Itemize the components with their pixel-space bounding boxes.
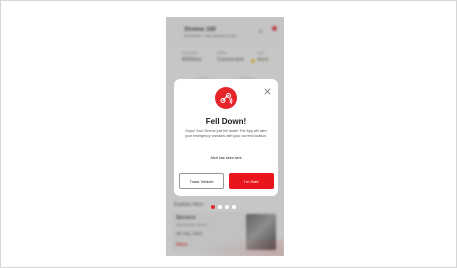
close-icon bbox=[264, 88, 270, 94]
im-safe-button[interactable]: I'm Safe bbox=[229, 173, 274, 189]
alert-sent-status: Alert has been sent bbox=[210, 156, 242, 160]
close-button[interactable] bbox=[263, 87, 271, 95]
pager-dot-3[interactable] bbox=[225, 205, 229, 209]
pager-dot-4[interactable] bbox=[232, 205, 236, 209]
dialog-title: Fell Down! bbox=[205, 117, 247, 126]
fallen-bike-icon bbox=[220, 92, 233, 104]
track-vehicle-button[interactable]: Track Vehicle bbox=[179, 173, 224, 189]
carousel-pager bbox=[211, 205, 236, 209]
fall-alert-icon bbox=[215, 87, 237, 109]
dialog-message: Oops! Your Xtreme just fell down! The Ap… bbox=[184, 129, 268, 138]
fall-alert-dialog: Fell Down! Oops! Your Xtreme just fell d… bbox=[174, 79, 278, 196]
phone-screen: Xtreme 160 Windshield - Last updated 2h … bbox=[166, 17, 284, 256]
pager-dot-1[interactable] bbox=[211, 205, 215, 209]
pager-dot-2[interactable] bbox=[218, 205, 222, 209]
